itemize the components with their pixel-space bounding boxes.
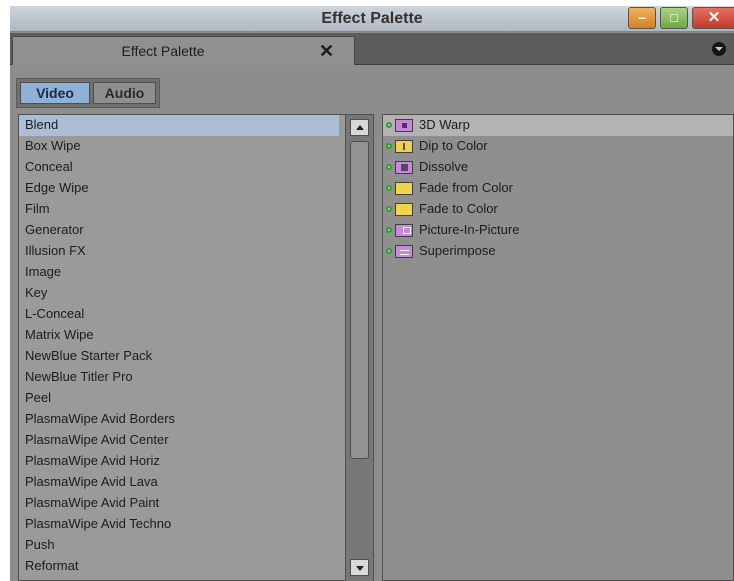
category-item[interactable]: Blend bbox=[19, 115, 339, 136]
window-title: Effect Palette bbox=[321, 10, 423, 27]
category-item[interactable]: PlasmaWipe Avid Borders bbox=[19, 409, 339, 430]
tab-close-icon[interactable]: ✕ bbox=[319, 41, 334, 62]
maximize-button[interactable]: □ bbox=[660, 7, 688, 29]
tab-label: Effect Palette bbox=[121, 43, 205, 59]
effect-list: 3D Warp Dip to Color Dissolve Fade from Col… bbox=[383, 115, 733, 262]
tab-strip: Effect Palette ✕ bbox=[10, 33, 734, 65]
category-item[interactable]: PlasmaWipe Avid Lava bbox=[19, 472, 339, 493]
warp-icon bbox=[395, 119, 413, 132]
effect-label: 3D Warp bbox=[419, 117, 470, 132]
tab-effect-palette[interactable]: Effect Palette ✕ bbox=[12, 36, 355, 65]
category-item[interactable]: Illusion FX bbox=[19, 241, 339, 262]
category-item[interactable]: PlasmaWipe Avid Paint bbox=[19, 493, 339, 514]
category-item[interactable]: Edge Wipe bbox=[19, 178, 339, 199]
category-item[interactable]: PlasmaWipe Avid Horiz bbox=[19, 451, 339, 472]
category-item[interactable]: Conceal bbox=[19, 157, 339, 178]
effect-label: Dip to Color bbox=[419, 138, 488, 153]
category-item[interactable]: PlasmaWipe Avid Techno bbox=[19, 514, 339, 535]
category-item[interactable]: Box Wipe bbox=[19, 136, 339, 157]
effect-list-pane: 3D Warp Dip to Color Dissolve Fade from Col… bbox=[382, 114, 734, 581]
audio-toggle-button[interactable]: Audio bbox=[93, 82, 156, 104]
dip-icon bbox=[395, 140, 413, 153]
effect-item[interactable]: Dip to Color bbox=[383, 136, 733, 157]
effect-status-dot-icon bbox=[386, 164, 392, 170]
effect-status-dot-icon bbox=[386, 227, 392, 233]
effect-status-dot-icon bbox=[386, 248, 392, 254]
fade-icon bbox=[395, 182, 413, 195]
video-toggle-button[interactable]: Video bbox=[20, 82, 90, 104]
category-item[interactable]: NewBlue Titler Pro bbox=[19, 367, 339, 388]
superimpose-icon bbox=[395, 245, 413, 258]
category-list: Blend Box Wipe Conceal Edge Wipe Film Generat… bbox=[19, 115, 339, 577]
effect-item[interactable]: Fade from Color bbox=[383, 178, 733, 199]
title-bar[interactable]: Effect Palette – □ ✕ bbox=[10, 6, 734, 32]
scroll-thumb[interactable] bbox=[350, 141, 369, 459]
category-list-pane: Blend Box Wipe Conceal Edge Wipe Film Generat… bbox=[18, 114, 346, 581]
arrow-down-icon bbox=[356, 566, 364, 571]
effect-status-dot-icon bbox=[386, 206, 392, 212]
close-window-button[interactable]: ✕ bbox=[692, 7, 734, 29]
dissolve-icon bbox=[395, 161, 413, 174]
media-type-toggle: Video Audio bbox=[16, 78, 160, 108]
scroll-down-button[interactable] bbox=[350, 559, 369, 576]
effect-item[interactable]: Picture-In-Picture bbox=[383, 220, 733, 241]
effect-palette-window: Effect Palette – □ ✕ Effect Palette ✕ Vi… bbox=[10, 6, 734, 581]
effect-item[interactable]: Fade to Color bbox=[383, 199, 733, 220]
close-icon: ✕ bbox=[707, 9, 721, 26]
effect-label: Picture-In-Picture bbox=[419, 222, 520, 237]
category-item[interactable]: Reformat bbox=[19, 556, 339, 577]
effect-status-dot-icon bbox=[386, 185, 392, 191]
maximize-icon: □ bbox=[670, 10, 678, 25]
fade-icon bbox=[395, 203, 413, 216]
category-item[interactable]: Image bbox=[19, 262, 339, 283]
effect-label: Superimpose bbox=[419, 243, 496, 258]
pip-icon bbox=[395, 224, 413, 237]
category-item[interactable]: Film bbox=[19, 199, 339, 220]
effect-item[interactable]: 3D Warp bbox=[383, 115, 733, 136]
category-item[interactable]: Generator bbox=[19, 220, 339, 241]
effect-label: Fade to Color bbox=[419, 201, 498, 216]
effect-status-dot-icon bbox=[386, 122, 392, 128]
effect-item[interactable]: Dissolve bbox=[383, 157, 733, 178]
category-item[interactable]: NewBlue Starter Pack bbox=[19, 346, 339, 367]
category-item[interactable]: Matrix Wipe bbox=[19, 325, 339, 346]
effect-item[interactable]: Superimpose bbox=[383, 241, 733, 262]
category-item[interactable]: Peel bbox=[19, 388, 339, 409]
category-scrollbar[interactable] bbox=[346, 114, 374, 581]
panel-menu-icon[interactable] bbox=[712, 42, 726, 56]
category-item[interactable]: L-Conceal bbox=[19, 304, 339, 325]
category-item[interactable]: Key bbox=[19, 283, 339, 304]
category-item[interactable]: PlasmaWipe Avid Center bbox=[19, 430, 339, 451]
scroll-up-button[interactable] bbox=[350, 119, 369, 136]
effect-label: Fade from Color bbox=[419, 180, 513, 195]
arrow-up-icon bbox=[356, 125, 364, 130]
effect-status-dot-icon bbox=[386, 143, 392, 149]
minimize-button[interactable]: – bbox=[628, 7, 656, 29]
minimize-icon: – bbox=[638, 9, 646, 25]
category-item[interactable]: Push bbox=[19, 535, 339, 556]
effect-label: Dissolve bbox=[419, 159, 469, 174]
